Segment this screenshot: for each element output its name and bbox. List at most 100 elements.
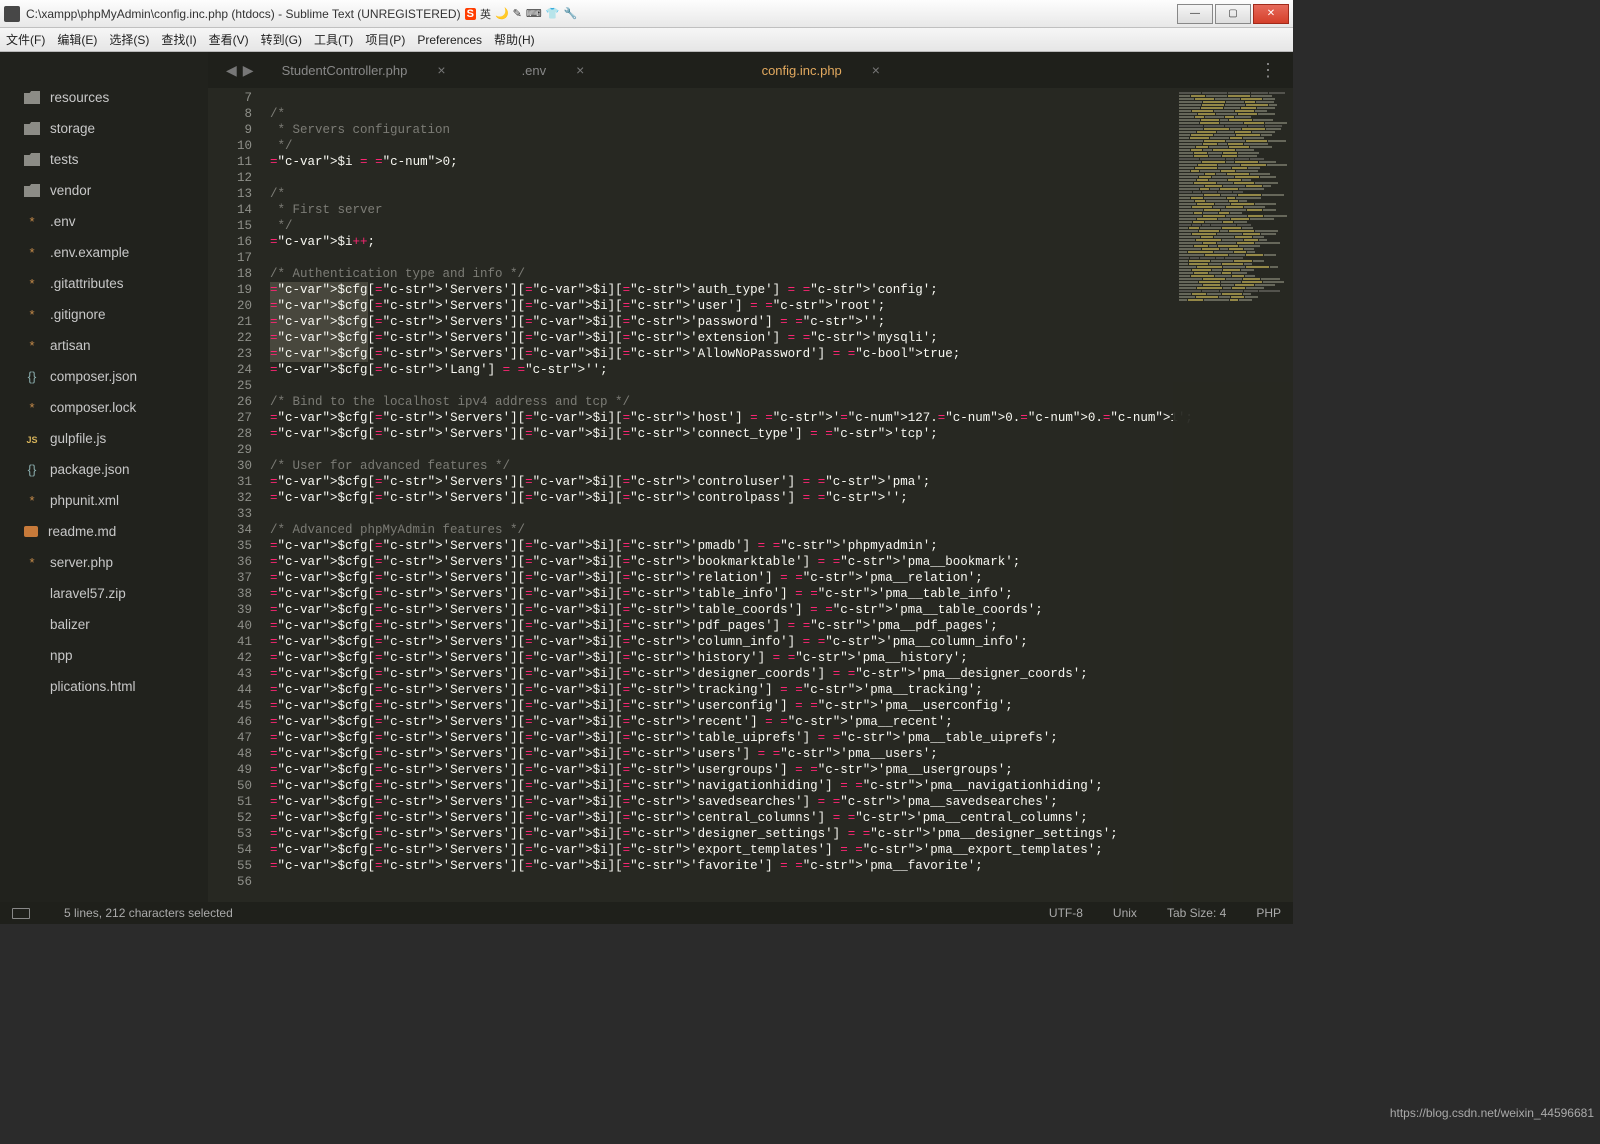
code-line[interactable] bbox=[270, 874, 1293, 890]
code-line[interactable]: ="c-var">$cfg[="c-str">'Servers'][="c-va… bbox=[270, 554, 1293, 570]
code-line[interactable]: ="c-var">$cfg[="c-str">'Servers'][="c-va… bbox=[270, 314, 1293, 330]
sidebar-item-npp[interactable]: npp bbox=[0, 640, 208, 671]
code-line[interactable]: ="c-var">$i++; bbox=[270, 234, 1293, 250]
menu-tools[interactable]: 工具(T) bbox=[314, 31, 353, 48]
sidebar-item-balizer[interactable]: balizer bbox=[0, 609, 208, 640]
code-line[interactable]: ="c-var">$cfg[="c-str">'Servers'][="c-va… bbox=[270, 698, 1293, 714]
minimap[interactable] bbox=[1173, 88, 1293, 902]
code-line[interactable]: * Servers configuration bbox=[270, 122, 1293, 138]
code-line[interactable]: ="c-var">$cfg[="c-str">'Servers'][="c-va… bbox=[270, 682, 1293, 698]
menu-file[interactable]: 文件(F) bbox=[6, 31, 45, 48]
sidebar-item-package-json[interactable]: package.json bbox=[0, 454, 208, 485]
file-sidebar[interactable]: resourcesstoragetestsvendor.env.env.exam… bbox=[0, 52, 208, 902]
code-line[interactable]: ="c-var">$cfg[="c-str">'Servers'][="c-va… bbox=[270, 666, 1293, 682]
sidebar-item-readme-md[interactable]: readme.md bbox=[0, 516, 208, 547]
code-line[interactable]: ="c-var">$cfg[="c-str">'Servers'][="c-va… bbox=[270, 826, 1293, 842]
sidebar-item--gitattributes[interactable]: .gitattributes bbox=[0, 268, 208, 299]
code-line[interactable]: /* bbox=[270, 186, 1293, 202]
tab-StudentController-php[interactable]: StudentController.php× bbox=[264, 52, 504, 88]
code-line[interactable]: ="c-var">$cfg[="c-str">'Servers'][="c-va… bbox=[270, 794, 1293, 810]
sidebar-item-vendor[interactable]: vendor bbox=[0, 175, 208, 206]
code-line[interactable]: ="c-var">$cfg[="c-str">'Servers'][="c-va… bbox=[270, 474, 1293, 490]
code-line[interactable]: ="c-var">$cfg[="c-str">'Servers'][="c-va… bbox=[270, 618, 1293, 634]
code-line[interactable]: ="c-var">$cfg[="c-str">'Servers'][="c-va… bbox=[270, 602, 1293, 618]
code-content[interactable]: /* * Servers configuration */="c-var">$i… bbox=[262, 88, 1293, 902]
code-line[interactable]: /* User for advanced features */ bbox=[270, 458, 1293, 474]
code-line[interactable] bbox=[270, 378, 1293, 394]
close-icon[interactable]: × bbox=[437, 62, 445, 78]
sidebar-item--env[interactable]: .env bbox=[0, 206, 208, 237]
code-line[interactable]: ="c-var">$cfg[="c-str">'Servers'][="c-va… bbox=[270, 346, 1293, 362]
tab-config-inc-php[interactable]: config.inc.php× bbox=[744, 52, 964, 88]
menu-help[interactable]: 帮助(H) bbox=[494, 31, 535, 48]
status-syntax[interactable]: PHP bbox=[1256, 906, 1281, 920]
menu-goto[interactable]: 转到(G) bbox=[261, 31, 302, 48]
sidebar-item-gulpfile-js[interactable]: gulpfile.js bbox=[0, 423, 208, 454]
code-line[interactable] bbox=[270, 90, 1293, 106]
code-line[interactable]: ="c-var">$cfg[="c-str">'Servers'][="c-va… bbox=[270, 282, 1293, 298]
sidebar-item-tests[interactable]: tests bbox=[0, 144, 208, 175]
sidebar-item-server-php[interactable]: server.php bbox=[0, 547, 208, 578]
sidebar-item-phpunit-xml[interactable]: phpunit.xml bbox=[0, 485, 208, 516]
code-line[interactable]: ="c-var">$cfg[="c-str">'Servers'][="c-va… bbox=[270, 762, 1293, 778]
status-line-ending[interactable]: Unix bbox=[1113, 906, 1137, 920]
code-editor[interactable]: 7891011121314151617181920212223242526272… bbox=[208, 88, 1293, 902]
code-line[interactable]: * First server bbox=[270, 202, 1293, 218]
code-line[interactable]: ="c-var">$cfg[="c-str">'Servers'][="c-va… bbox=[270, 538, 1293, 554]
maximize-button[interactable]: ▢ bbox=[1215, 4, 1251, 24]
code-line[interactable]: ="c-var">$cfg[="c-str">'Servers'][="c-va… bbox=[270, 586, 1293, 602]
tab--env[interactable]: .env× bbox=[504, 52, 744, 88]
status-encoding[interactable]: UTF-8 bbox=[1049, 906, 1083, 920]
code-line[interactable]: /* Bind to the localhost ipv4 address an… bbox=[270, 394, 1293, 410]
code-line[interactable]: ="c-var">$cfg[="c-str">'Servers'][="c-va… bbox=[270, 842, 1293, 858]
code-line[interactable]: ="c-var">$cfg[="c-str">'Servers'][="c-va… bbox=[270, 746, 1293, 762]
code-line[interactable]: ="c-var">$cfg[="c-str">'Servers'][="c-va… bbox=[270, 730, 1293, 746]
sidebar-item-composer-lock[interactable]: composer.lock bbox=[0, 392, 208, 423]
sidebar-item-laravel57-zip[interactable]: laravel57.zip bbox=[0, 578, 208, 609]
menu-preferences[interactable]: Preferences bbox=[417, 33, 482, 47]
tab-next-icon[interactable]: ▶ bbox=[243, 62, 254, 79]
sidebar-item-artisan[interactable]: artisan bbox=[0, 330, 208, 361]
sidebar-item-storage[interactable]: storage bbox=[0, 113, 208, 144]
code-line[interactable]: /* Advanced phpMyAdmin features */ bbox=[270, 522, 1293, 538]
status-tab-size[interactable]: Tab Size: 4 bbox=[1167, 906, 1226, 920]
code-line[interactable]: ="c-var">$cfg[="c-str">'Servers'][="c-va… bbox=[270, 634, 1293, 650]
sidebar-item--gitignore[interactable]: .gitignore bbox=[0, 299, 208, 330]
menu-find[interactable]: 查找(I) bbox=[161, 31, 196, 48]
code-line[interactable]: ="c-var">$cfg[="c-str">'Servers'][="c-va… bbox=[270, 490, 1293, 506]
sidebar-item-composer-json[interactable]: composer.json bbox=[0, 361, 208, 392]
code-line[interactable]: ="c-var">$cfg[="c-str">'Lang'] = ="c-str… bbox=[270, 362, 1293, 378]
code-line[interactable]: */ bbox=[270, 138, 1293, 154]
code-line[interactable]: ="c-var">$cfg[="c-str">'Servers'][="c-va… bbox=[270, 714, 1293, 730]
close-icon[interactable]: × bbox=[872, 62, 880, 78]
code-line[interactable]: ="c-var">$cfg[="c-str">'Servers'][="c-va… bbox=[270, 570, 1293, 586]
code-line[interactable]: ="c-var">$cfg[="c-str">'Servers'][="c-va… bbox=[270, 330, 1293, 346]
minimize-button[interactable]: — bbox=[1177, 4, 1213, 24]
menu-select[interactable]: 选择(S) bbox=[109, 31, 149, 48]
code-line[interactable] bbox=[270, 506, 1293, 522]
menu-view[interactable]: 查看(V) bbox=[209, 31, 249, 48]
code-line[interactable]: /* bbox=[270, 106, 1293, 122]
close-icon[interactable]: × bbox=[576, 62, 584, 78]
menu-project[interactable]: 项目(P) bbox=[365, 31, 405, 48]
tab-overflow-icon[interactable]: ⋮ bbox=[1245, 52, 1293, 88]
code-line[interactable]: ="c-var">$cfg[="c-str">'Servers'][="c-va… bbox=[270, 858, 1293, 874]
code-line[interactable]: ="c-var">$cfg[="c-str">'Servers'][="c-va… bbox=[270, 298, 1293, 314]
menu-edit[interactable]: 编辑(E) bbox=[57, 31, 97, 48]
code-line[interactable] bbox=[270, 170, 1293, 186]
sidebar-item--env-example[interactable]: .env.example bbox=[0, 237, 208, 268]
code-line[interactable]: ="c-var">$cfg[="c-str">'Servers'][="c-va… bbox=[270, 426, 1293, 442]
code-line[interactable]: */ bbox=[270, 218, 1293, 234]
code-line[interactable]: /* Authentication type and info */ bbox=[270, 266, 1293, 282]
tab-prev-icon[interactable]: ◀ bbox=[226, 62, 237, 79]
code-line[interactable]: ="c-var">$cfg[="c-str">'Servers'][="c-va… bbox=[270, 778, 1293, 794]
code-line[interactable] bbox=[270, 442, 1293, 458]
code-line[interactable]: ="c-var">$i = ="c-num">0; bbox=[270, 154, 1293, 170]
sidebar-item-plications-html[interactable]: plications.html bbox=[0, 671, 208, 702]
sidebar-item-resources[interactable]: resources bbox=[0, 82, 208, 113]
code-line[interactable]: ="c-var">$cfg[="c-str">'Servers'][="c-va… bbox=[270, 410, 1293, 426]
code-line[interactable]: ="c-var">$cfg[="c-str">'Servers'][="c-va… bbox=[270, 810, 1293, 826]
code-line[interactable] bbox=[270, 250, 1293, 266]
code-line[interactable]: ="c-var">$cfg[="c-str">'Servers'][="c-va… bbox=[270, 650, 1293, 666]
status-panel-icon[interactable] bbox=[12, 908, 30, 919]
